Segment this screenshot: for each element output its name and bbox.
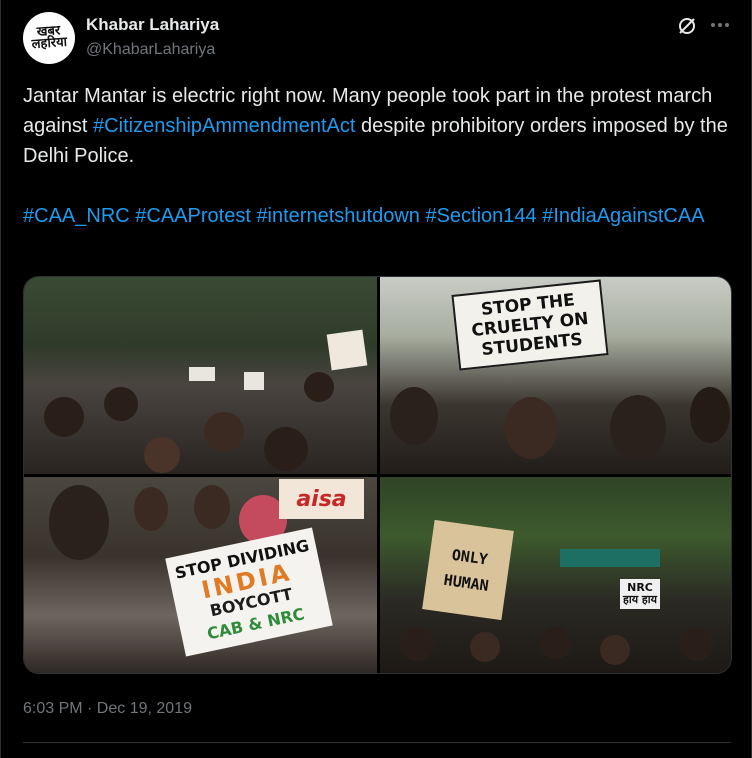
banner-sign: aisa (279, 479, 364, 519)
background-banner (560, 549, 660, 567)
protest-sign: STOP THE CRUELTY ON STUDENTS (451, 279, 609, 371)
hashtag-link[interactable]: #internetshutdown (256, 205, 419, 227)
hashtag-link[interactable]: #CitizenshipAmmendmentAct (93, 115, 355, 137)
author-block: Khabar Lahariya @KhabarLahariya (86, 14, 219, 61)
photo-protest-crowd[interactable] (24, 277, 377, 474)
avatar-logo-text: खबर लहरिया (31, 23, 68, 53)
hashtag-link[interactable]: #Section144 (425, 205, 536, 227)
tweet-text: Jantar Mantar is electric right now. Man… (23, 81, 733, 231)
more-icon[interactable] (709, 14, 731, 36)
protest-sign: ONLY HUMAN (422, 519, 514, 621)
tweet-timestamp[interactable]: 6:03 PM · Dec 19, 2019 (23, 698, 192, 720)
hashtag-link[interactable]: #CAA_NRC (23, 205, 130, 227)
avatar[interactable]: खबर लहरिया (23, 12, 75, 64)
hashtag-link[interactable]: #CAAProtest (135, 205, 251, 227)
author-name[interactable]: Khabar Lahariya (86, 14, 219, 36)
tweet-paragraph: Jantar Mantar is electric right now. Man… (23, 81, 733, 171)
protest-sign: STOP DIVIDING INDIA BOYCOTT CAB & NRC (165, 527, 333, 657)
grok-icon[interactable] (677, 16, 697, 36)
author-handle[interactable]: @KhabarLahariya (86, 39, 219, 61)
photo-boycott-sign[interactable]: aisa STOP DIVIDING INDIA BOYCOTT CAB & N… (24, 477, 377, 673)
hashtag-link[interactable]: #IndiaAgainstCAA (542, 205, 704, 227)
hashtag-list: #CAA_NRC #CAAProtest #internetshutdown #… (23, 201, 733, 231)
photo-only-human-sign[interactable]: ONLY HUMAN NRC हाय हाय (380, 477, 731, 673)
divider (23, 742, 731, 743)
photo-cruelty-sign[interactable]: STOP THE CRUELTY ON STUDENTS (380, 277, 731, 474)
tweet-card: खबर लहरिया Khabar Lahariya @KhabarLahari… (0, 0, 752, 758)
protest-sign: NRC हाय हाय (620, 579, 660, 609)
media-grid: STOP THE CRUELTY ON STUDENTS aisa STOP D… (23, 276, 732, 674)
